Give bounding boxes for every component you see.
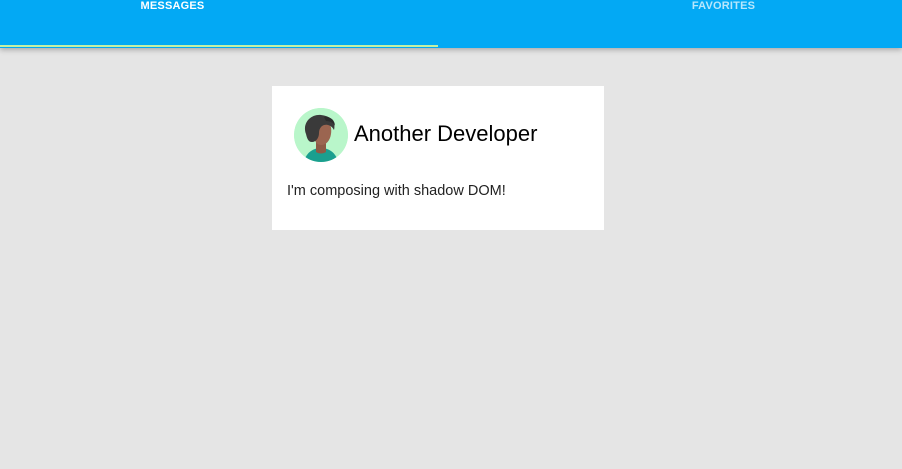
tab-messages-label: MESSAGES	[140, 0, 205, 12]
tab-messages[interactable]: MESSAGES	[0, 0, 451, 48]
tab-bar: MESSAGES FAVORITES	[0, 0, 902, 48]
message-card: Another Developer I'm composing with sha…	[272, 86, 604, 230]
tab-favorites[interactable]: FAVORITES	[451, 0, 902, 48]
tab-favorites-label: FAVORITES	[691, 0, 756, 12]
person-avatar-icon	[294, 108, 348, 162]
message-text: I'm composing with shadow DOM!	[287, 183, 506, 199]
card-header: Another Developer	[294, 108, 537, 162]
app-toolbar: MESSAGES FAVORITES	[0, 0, 902, 48]
tab-selection-indicator	[0, 45, 438, 47]
author-name: Another Developer	[354, 121, 538, 146]
